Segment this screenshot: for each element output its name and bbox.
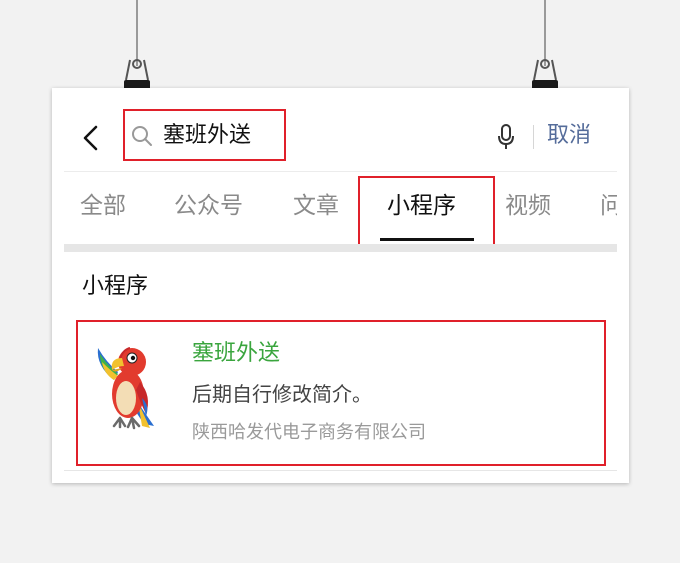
mini-program-name: 塞班外送 xyxy=(192,341,281,366)
tab-all[interactable]: 全部 xyxy=(80,190,126,222)
tab-articles[interactable]: 文章 xyxy=(293,190,339,222)
list-bottom-divider xyxy=(64,470,617,471)
microphone-icon[interactable] xyxy=(496,123,516,151)
tab-mini-programs[interactable]: 小程序 xyxy=(387,190,456,222)
search-bar: 塞班外送 取消 xyxy=(64,103,617,172)
search-divider xyxy=(533,125,534,149)
section-separator xyxy=(64,244,617,252)
back-arrow-icon[interactable] xyxy=(81,125,101,151)
mini-program-result[interactable]: 塞班外送 后期自行修改简介。 陕西哈发代电子商务有限公司 xyxy=(76,320,606,466)
mini-program-description: 后期自行修改简介。 xyxy=(192,382,372,406)
cancel-button[interactable]: 取消 xyxy=(547,121,591,151)
tab-questions[interactable]: 问 xyxy=(600,190,617,222)
hanging-wire-left xyxy=(136,0,138,66)
active-tab-indicator xyxy=(380,238,474,241)
category-tabs: 全部 公众号 文章 小程序 视频 问 xyxy=(64,172,617,244)
tab-official-accounts[interactable]: 公众号 xyxy=(174,190,243,222)
search-query-text: 塞班外送 xyxy=(163,123,252,148)
hanging-wire-right xyxy=(544,0,546,66)
mini-program-company: 陕西哈发代电子商务有限公司 xyxy=(192,422,426,443)
parrot-mascot-icon xyxy=(97,347,154,430)
tab-videos[interactable]: 视频 xyxy=(505,190,551,222)
search-icon xyxy=(132,126,152,146)
section-title: 小程序 xyxy=(82,274,149,299)
search-input[interactable]: 塞班外送 xyxy=(123,109,286,161)
